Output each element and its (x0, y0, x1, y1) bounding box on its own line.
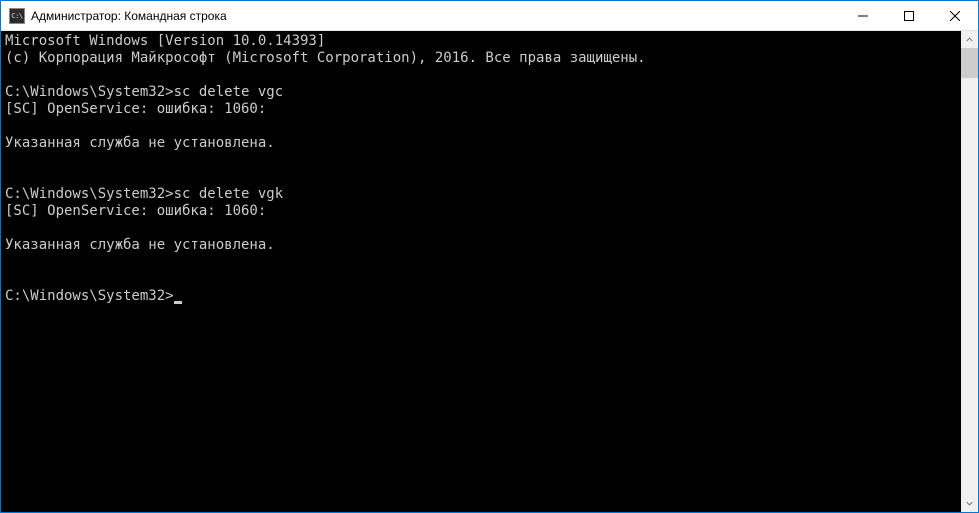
scroll-thumb[interactable] (961, 48, 978, 78)
terminal-cursor (174, 301, 182, 304)
minimize-button[interactable] (840, 1, 886, 30)
scroll-track[interactable] (961, 48, 978, 495)
scroll-down-button[interactable] (961, 495, 978, 512)
titlebar[interactable]: C:\ Администратор: Командная строка (1, 1, 978, 31)
scroll-up-button[interactable] (961, 31, 978, 48)
close-icon (950, 11, 960, 21)
close-button[interactable] (932, 1, 978, 30)
content-area: Microsoft Windows [Version 10.0.14393] (… (1, 31, 978, 512)
terminal-output[interactable]: Microsoft Windows [Version 10.0.14393] (… (1, 31, 961, 512)
vertical-scrollbar[interactable] (961, 31, 978, 512)
chevron-up-icon (966, 36, 973, 43)
window-title: Администратор: Командная строка (31, 9, 840, 23)
window-controls (840, 1, 978, 30)
chevron-down-icon (966, 500, 973, 507)
app-icon: C:\ (9, 8, 25, 24)
maximize-button[interactable] (886, 1, 932, 30)
maximize-icon (904, 11, 914, 21)
command-prompt-window: C:\ Администратор: Командная строка Micr… (0, 0, 979, 513)
minimize-icon (858, 11, 868, 21)
